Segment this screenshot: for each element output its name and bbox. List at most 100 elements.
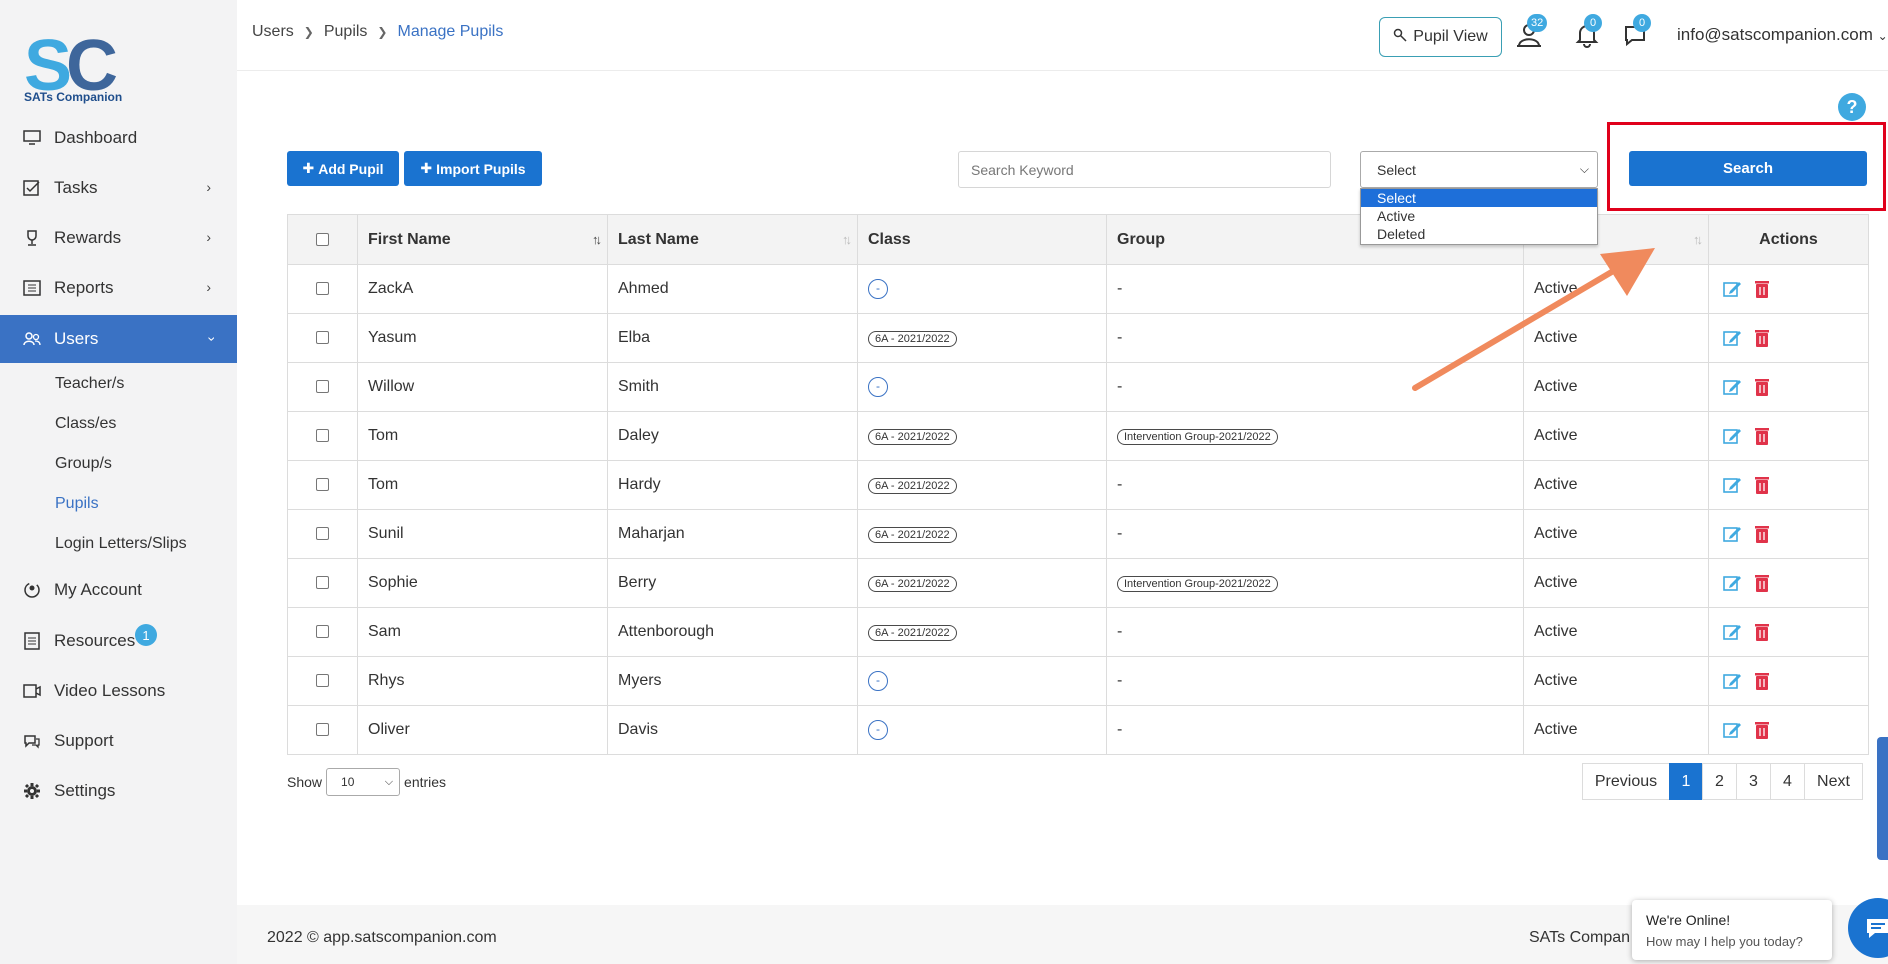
row-checkbox[interactable] [316, 576, 329, 590]
edit-icon[interactable] [1722, 377, 1742, 397]
footer-right-text: SATs Compan [1529, 929, 1631, 946]
sidebar-item-tasks[interactable]: Tasks › [0, 165, 237, 211]
search-button[interactable]: Search [1629, 151, 1867, 186]
annotation-arrow [1412, 248, 1655, 391]
cell-actions [1708, 509, 1869, 559]
pagination-page-3[interactable]: 3 [1736, 763, 1771, 800]
tasks-icon [22, 178, 42, 198]
status-option-deleted[interactable]: Deleted [1361, 225, 1597, 243]
row-select-cell [287, 509, 358, 559]
logo-text: SATs Companion [24, 90, 123, 104]
cell-status: Active [1523, 411, 1709, 461]
table-row: Sophie Berry 6A - 2021/2022 Intervention… [287, 558, 1869, 608]
sidebar-subitem-classes[interactable]: Class/es [55, 415, 116, 433]
cell-class: - [857, 362, 1107, 412]
cell-group: Intervention Group-2021/2022 [1106, 558, 1524, 608]
pagination-page-1[interactable]: 1 [1669, 763, 1703, 800]
sidebar-subitem-pupils[interactable]: Pupils [55, 495, 99, 513]
users-count-badge: 32 [1527, 14, 1548, 32]
delete-icon[interactable] [1752, 377, 1772, 397]
row-checkbox[interactable] [316, 429, 329, 443]
breadcrumb-pupils[interactable]: Pupils [324, 23, 368, 41]
help-icon[interactable]: ? [1838, 93, 1866, 121]
sidebar: S C SATs Companion Dashboard Tasks › Rew… [0, 0, 237, 964]
edit-icon[interactable] [1722, 524, 1742, 544]
status-select-value: Select [1377, 161, 1416, 178]
delete-icon[interactable] [1752, 720, 1772, 740]
delete-icon[interactable] [1752, 475, 1772, 495]
delete-icon[interactable] [1752, 622, 1772, 642]
header-divider [237, 70, 1888, 71]
edit-icon[interactable] [1722, 720, 1742, 740]
class-badge: 6A - 2021/2022 [868, 331, 957, 347]
delete-icon[interactable] [1752, 279, 1772, 299]
row-checkbox[interactable] [316, 674, 329, 688]
sidebar-subitem-login-letters[interactable]: Login Letters/Slips [55, 535, 187, 553]
row-checkbox[interactable] [316, 723, 329, 737]
row-checkbox[interactable] [316, 331, 329, 345]
row-select-cell [287, 705, 358, 755]
reports-icon [22, 278, 42, 298]
sidebar-item-settings[interactable]: Settings [0, 768, 237, 814]
row-checkbox[interactable] [316, 625, 329, 639]
pupil-view-button[interactable]: Pupil View [1379, 17, 1502, 57]
breadcrumb-users[interactable]: Users [252, 23, 294, 41]
sort-icon: ↑↓ [1693, 232, 1703, 247]
chevron-right-icon: ❯ [303, 25, 314, 39]
edit-icon[interactable] [1722, 475, 1742, 495]
sidebar-item-support[interactable]: Support [0, 718, 237, 764]
select-all-checkbox[interactable] [316, 232, 329, 246]
sidebar-item-users[interactable]: Users › [0, 315, 237, 363]
sidebar-item-reports[interactable]: Reports › [0, 265, 237, 311]
delete-icon[interactable] [1752, 426, 1772, 446]
chat-bubble-icon [1867, 919, 1888, 938]
row-checkbox[interactable] [316, 380, 329, 394]
pagination-page-4[interactable]: 4 [1770, 763, 1805, 800]
account-menu[interactable]: info@satscompanion.com ⌄ [1677, 25, 1888, 45]
search-keyword-input[interactable] [958, 151, 1331, 188]
column-first-name[interactable]: First Name ↑↓ [357, 214, 608, 265]
entries-select[interactable]: 10 ⌵ [326, 768, 401, 796]
sidebar-item-dashboard[interactable]: Dashboard [0, 115, 237, 161]
pagination-next[interactable]: Next [1804, 763, 1863, 800]
add-pupil-button[interactable]: ✚ Add Pupil [287, 151, 399, 186]
pagination-page-2[interactable]: 2 [1702, 763, 1737, 800]
status-option-select[interactable]: Select [1361, 189, 1597, 207]
edit-icon[interactable] [1722, 573, 1742, 593]
delete-icon[interactable] [1752, 328, 1772, 348]
feedback-side-tab[interactable] [1877, 737, 1888, 860]
cell-actions [1708, 705, 1869, 755]
row-checkbox[interactable] [316, 282, 329, 296]
status-select[interactable]: Select ⌵ [1360, 151, 1598, 188]
edit-icon[interactable] [1722, 426, 1742, 446]
video-icon [22, 681, 42, 701]
edit-icon[interactable] [1722, 671, 1742, 691]
chat-title: We're Online! [1646, 912, 1731, 928]
pagination-previous[interactable]: Previous [1582, 763, 1670, 800]
class-badge: 6A - 2021/2022 [868, 625, 957, 641]
pagination: Previous 1 2 3 4 Next [1582, 763, 1863, 800]
sidebar-subitem-groups[interactable]: Group/s [55, 455, 112, 473]
row-checkbox[interactable] [316, 527, 329, 541]
chevron-down-icon: ⌵ [384, 776, 394, 788]
sidebar-item-resources[interactable]: Resources [0, 618, 237, 664]
edit-icon[interactable] [1722, 328, 1742, 348]
chat-popup[interactable]: We're Online! How may I help you today? [1632, 900, 1832, 960]
import-pupils-button[interactable]: ✚ Import Pupils [404, 151, 542, 186]
sidebar-item-rewards[interactable]: Rewards › [0, 215, 237, 261]
sidebar-item-my-account[interactable]: My Account [0, 567, 237, 613]
cell-last-name: Daley [607, 411, 858, 461]
edit-icon[interactable] [1722, 279, 1742, 299]
delete-icon[interactable] [1752, 671, 1772, 691]
status-option-active[interactable]: Active [1361, 207, 1597, 225]
edit-icon[interactable] [1722, 622, 1742, 642]
row-checkbox[interactable] [316, 478, 329, 492]
delete-icon[interactable] [1752, 524, 1772, 544]
key-icon [1393, 28, 1407, 47]
column-last-name[interactable]: Last Name ↑↓ [607, 214, 858, 265]
cell-class: 6A - 2021/2022 [857, 558, 1107, 608]
sidebar-item-label: Users [54, 329, 99, 348]
sidebar-subitem-teachers[interactable]: Teacher/s [55, 375, 124, 393]
sidebar-item-video-lessons[interactable]: Video Lessons [0, 668, 237, 714]
delete-icon[interactable] [1752, 573, 1772, 593]
